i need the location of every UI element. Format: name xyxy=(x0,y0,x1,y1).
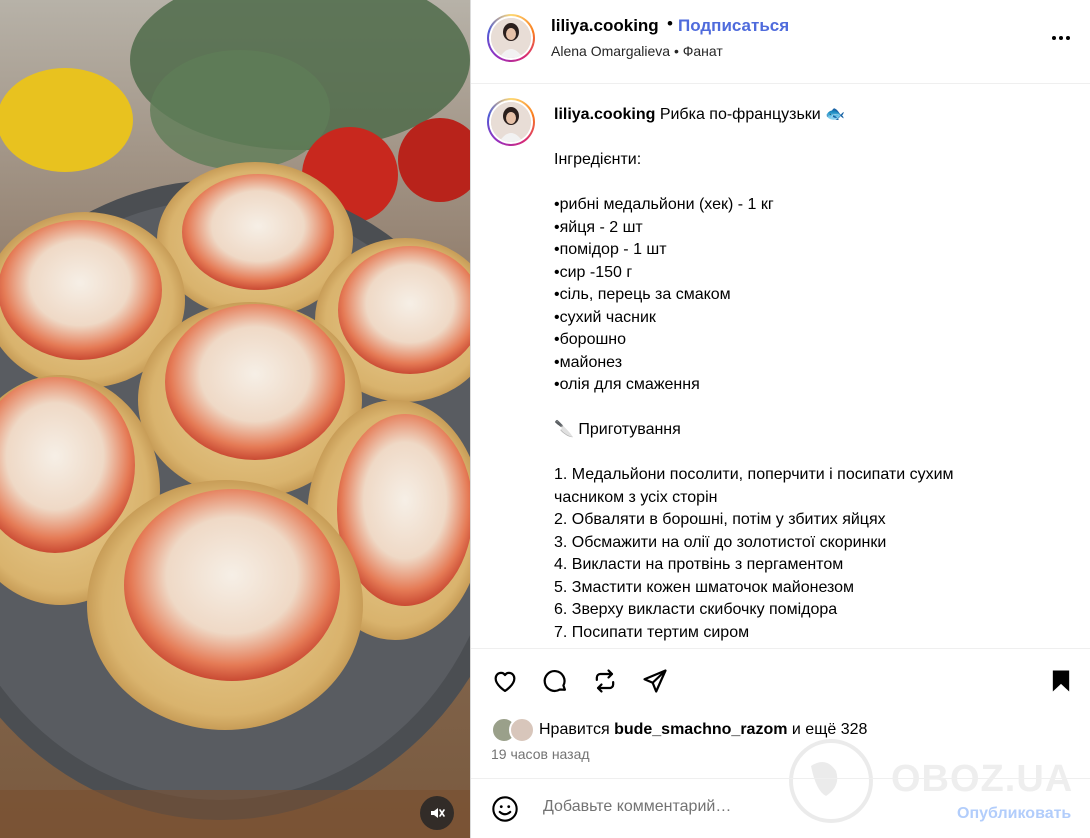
audio-attribution[interactable]: Alena Omargalieva • Фанат xyxy=(551,43,723,59)
post-media[interactable] xyxy=(0,0,470,838)
share-button[interactable] xyxy=(639,665,671,697)
more-horizontal-icon xyxy=(1052,36,1070,40)
caption-line: •сіль, перець за смаком xyxy=(554,286,731,303)
caption-line: Рибка по-французьки 🐟 xyxy=(659,106,846,123)
author-photo xyxy=(491,102,531,142)
caption-line: •олія для смаження xyxy=(554,376,700,393)
caption-line: 🔪 Приготування xyxy=(554,421,681,438)
caption-text: liliya.cooking Рибка по-французьки 🐟 Інг… xyxy=(554,104,1074,644)
bookmark-icon xyxy=(1052,670,1070,692)
caption-line: 6. Зверху викласти скибочку помідора xyxy=(554,601,838,618)
publish-button[interactable]: Опубликовать xyxy=(957,805,1071,823)
like-button[interactable] xyxy=(489,665,521,697)
caption-line: •борошно xyxy=(554,331,627,348)
caption-line: 2. Обваляти в борошні, потім у збитих яй… xyxy=(554,511,886,528)
emoji-icon[interactable] xyxy=(491,795,519,823)
caption-line: часником з усіх сторін xyxy=(554,488,718,506)
comment-bar: Опубликовать xyxy=(471,778,1090,838)
caption-line: •сир -150 г xyxy=(554,263,633,281)
share-icon xyxy=(643,669,667,693)
more-options-button[interactable] xyxy=(1049,26,1073,50)
caption-username[interactable]: liliya.cooking xyxy=(554,106,655,123)
caption-area: liliya.cooking Рибка по-французьки 🐟 Інг… xyxy=(471,84,1090,648)
follow-button[interactable]: Подписаться xyxy=(678,16,789,36)
liker-avatar[interactable] xyxy=(509,717,535,743)
caption-line: •яйця - 2 шт xyxy=(554,218,643,236)
liker-username[interactable]: bude_smachno_razom xyxy=(614,721,787,739)
caption-line: •рибні медальйони (хек) - 1 кг xyxy=(554,196,774,213)
repost-button[interactable] xyxy=(589,665,621,697)
likes-prefix: Нравится xyxy=(539,721,610,738)
comment-button[interactable] xyxy=(539,665,571,697)
mute-button[interactable] xyxy=(420,796,454,830)
caption-line: 5. Змастити кожен шматочок майонезом xyxy=(554,578,855,596)
heart-icon xyxy=(494,671,516,693)
caption-body: Рибка по-французьки 🐟 Інгредієнти: •рибн… xyxy=(554,106,954,641)
caption-line: Інгредієнти: xyxy=(554,151,642,168)
post-header: liliya.cooking • Подписаться Alena Omarg… xyxy=(471,0,1090,84)
caption-line: 4. Викласти на протвінь з пергаментом xyxy=(554,556,844,573)
comment-icon xyxy=(543,669,567,693)
liker-avatars xyxy=(491,717,535,743)
author-username[interactable]: liliya.cooking xyxy=(551,16,659,36)
food-photo xyxy=(0,0,470,838)
comment-input[interactable] xyxy=(541,797,925,817)
author-photo xyxy=(491,18,531,58)
caption-avatar[interactable] xyxy=(487,98,535,146)
caption-line: 7. Посипати тертим сиром xyxy=(554,623,750,641)
author-avatar[interactable] xyxy=(487,14,535,62)
caption-line: 1. Медальйони посолити, поперчити і поси… xyxy=(554,466,954,483)
caption-line: •помідор - 1 шт xyxy=(554,241,667,258)
separator-dot: • xyxy=(667,14,673,33)
speaker-muted-icon xyxy=(431,808,445,818)
caption-line: 3. Обсмажити на олії до золотистої скори… xyxy=(554,533,887,551)
repost-icon xyxy=(595,669,615,693)
post-panel: liliya.cooking • Подписаться Alena Omarg… xyxy=(470,0,1090,838)
caption-line: •сухий часник xyxy=(554,308,656,326)
caption-line: •майонез xyxy=(554,353,623,371)
post-timestamp[interactable]: 19 часов назад xyxy=(491,746,590,762)
save-button[interactable] xyxy=(1045,665,1077,697)
